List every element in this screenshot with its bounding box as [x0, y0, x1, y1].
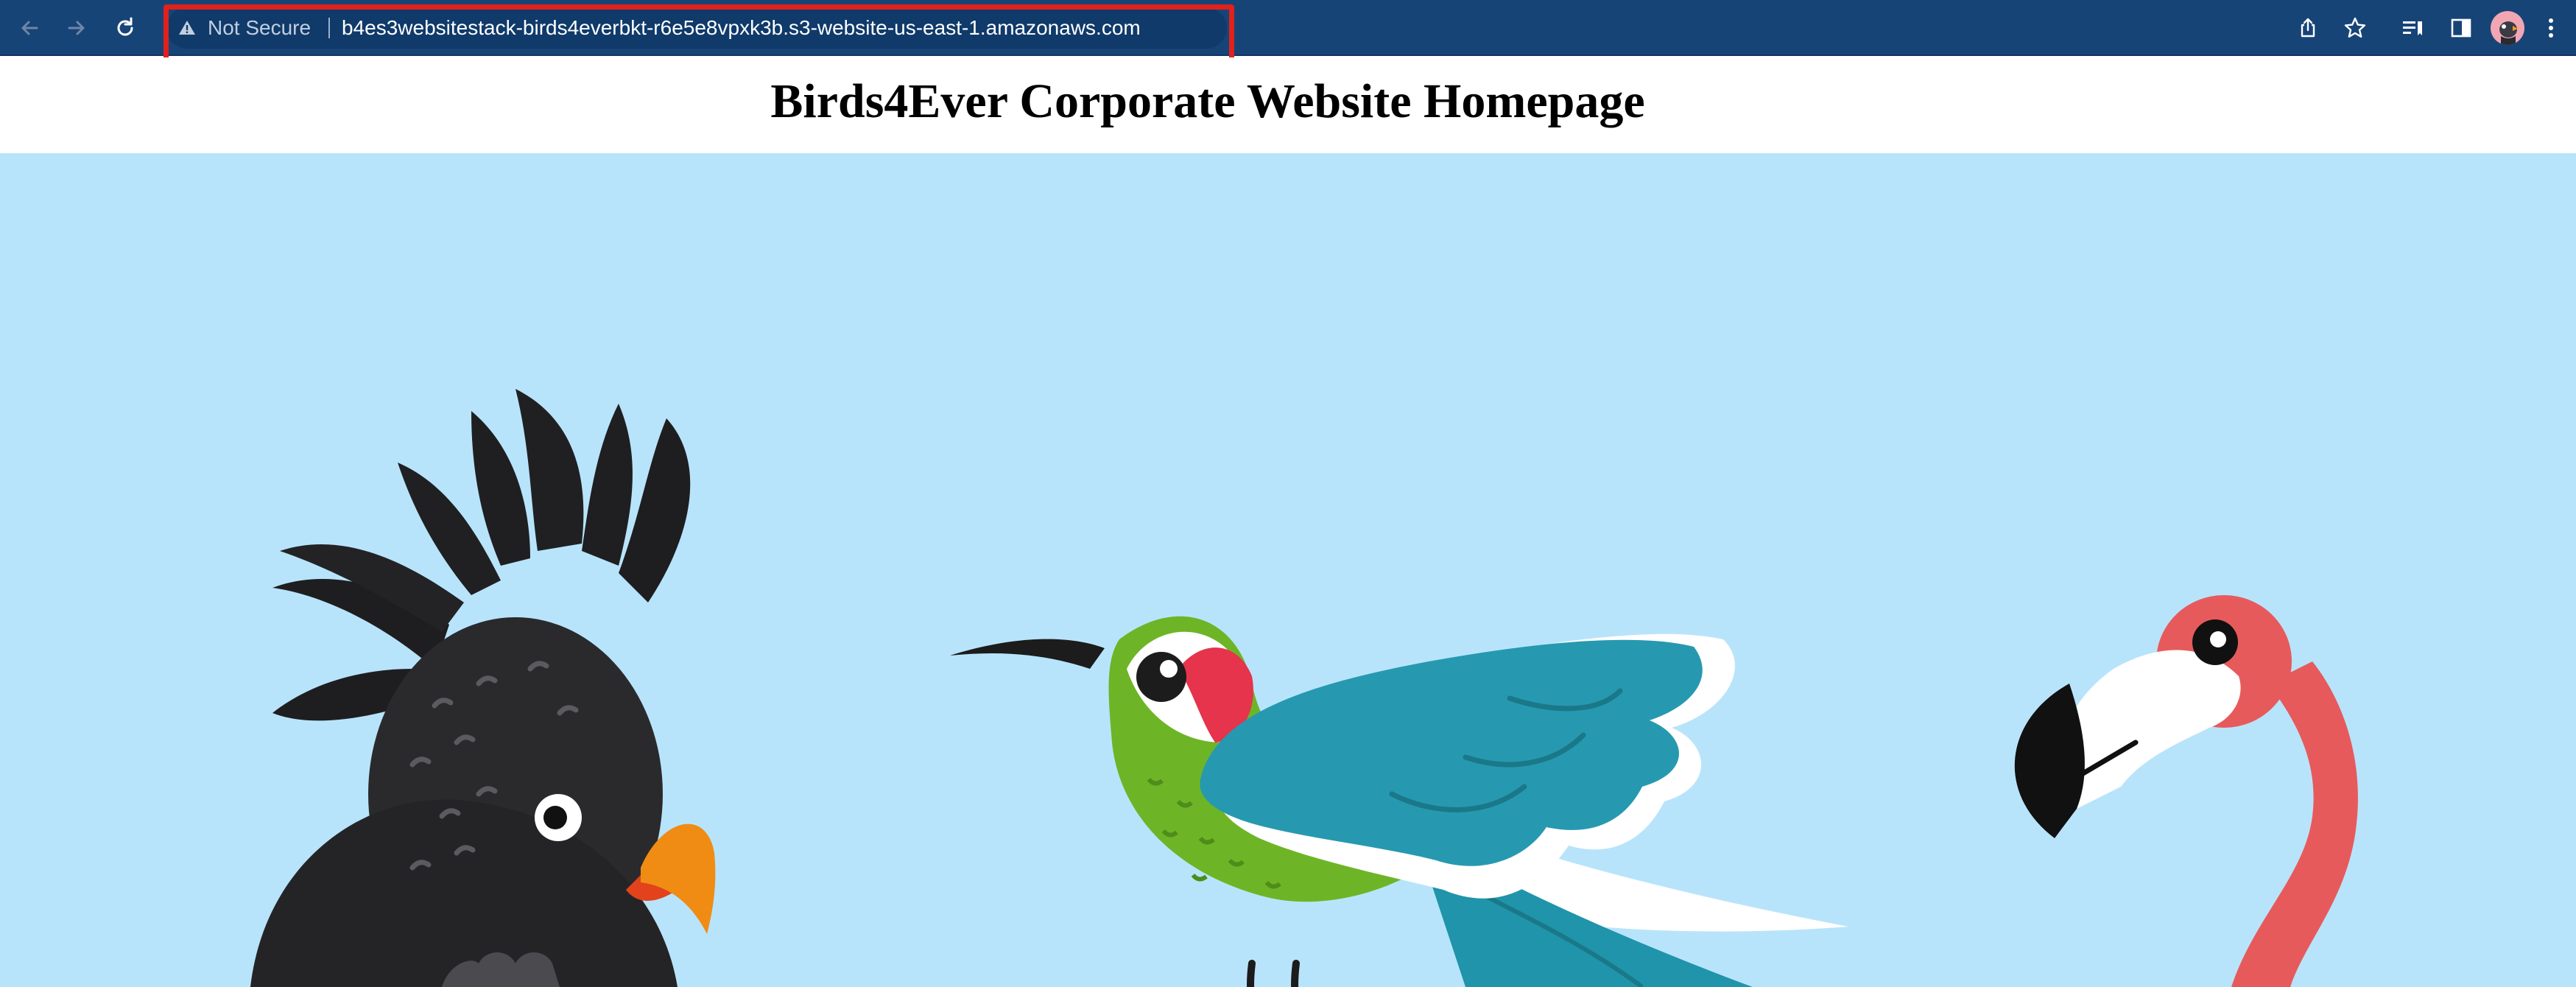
arrow-right-icon [68, 21, 85, 35]
security-status-label[interactable]: Not Secure [208, 7, 311, 49]
profile-avatar[interactable] [2491, 11, 2524, 45]
omnibox-divider [328, 18, 330, 38]
share-icon [2301, 18, 2315, 38]
reload-icon [117, 17, 133, 36]
back-button[interactable] [12, 10, 47, 46]
page-title: Birds4Ever Corporate Website Homepage [770, 74, 1645, 128]
browser-menu-button[interactable] [2533, 10, 2569, 46]
hero-banner [0, 153, 2576, 987]
reading-list-button[interactable] [2395, 10, 2430, 46]
page-scrollbar[interactable] [2569, 57, 2576, 566]
forward-button[interactable] [59, 10, 94, 46]
reading-list-icon [2403, 21, 2422, 35]
share-button[interactable] [2290, 10, 2326, 46]
arrow-left-icon [21, 21, 38, 35]
bookmark-button[interactable] [2337, 10, 2373, 46]
star-icon [2344, 17, 2366, 38]
hummingbird-illustration [950, 616, 1848, 987]
web-page: Birds4Ever Corporate Website Homepage [0, 57, 2576, 987]
url-text[interactable]: b4es3websitestack-birds4everbkt-r6e5e8vp… [342, 7, 1141, 49]
browser-toolbar: Not Secure b4es3websitestack-birds4everb… [0, 0, 2576, 63]
flamingo-illustration [2014, 595, 2358, 987]
side-panel-button[interactable] [2443, 10, 2479, 46]
address-bar[interactable]: Not Secure b4es3websitestack-birds4everb… [166, 7, 1227, 49]
warning-triangle-icon[interactable] [177, 18, 197, 38]
black-cockatoo-illustration [250, 389, 716, 987]
side-panel-icon [2451, 18, 2471, 38]
profile-avatar-icon [2499, 21, 2518, 45]
kebab-menu-icon [2549, 18, 2553, 38]
reload-button[interactable] [108, 10, 143, 46]
birds-illustration [250, 389, 2358, 987]
